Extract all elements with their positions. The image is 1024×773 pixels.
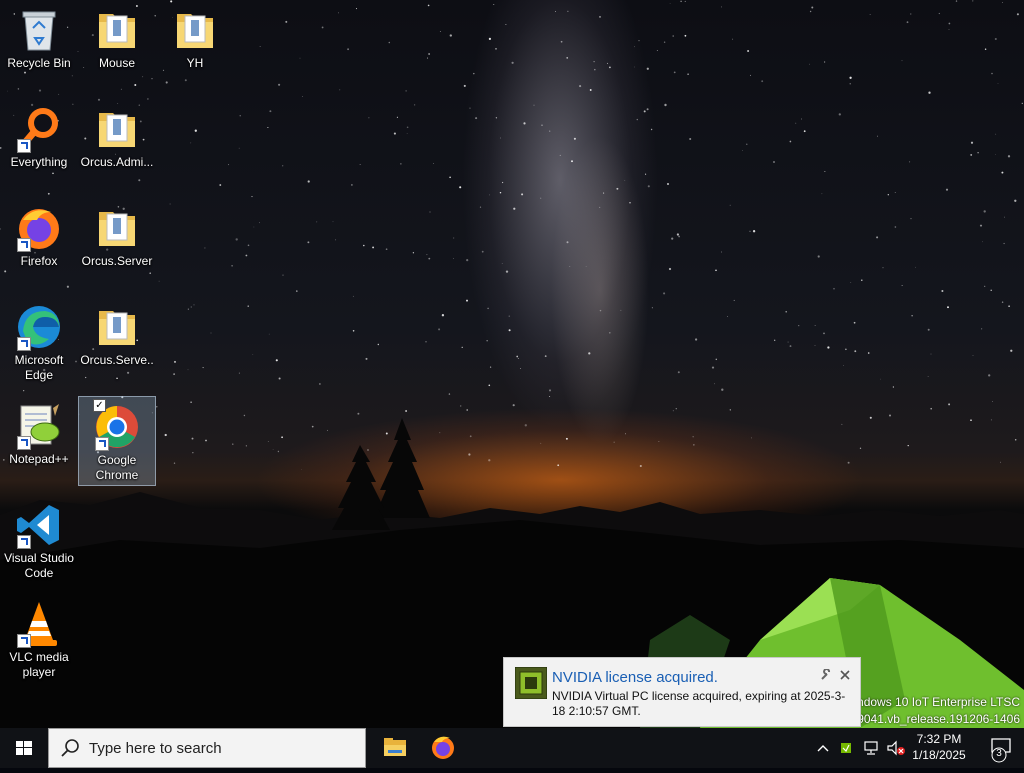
nvidia-tray-icon[interactable] (838, 740, 854, 756)
folder-icon (171, 6, 219, 54)
vscode-icon (15, 501, 63, 549)
desktop-icon-label: VLC media player (9, 650, 69, 679)
search-icon (61, 739, 79, 757)
shortcut-arrow-icon (17, 535, 31, 549)
firefox-icon (432, 736, 454, 759)
network-icon[interactable] (862, 740, 880, 756)
desktop-icon-vlc-media-player[interactable]: VLC media player (0, 594, 78, 684)
clock-time: 7:32 PM (916, 732, 962, 746)
desktop-icon-firefox[interactable]: Firefox (0, 198, 78, 288)
firefox-icon (15, 204, 63, 252)
recycle-bin-icon (15, 6, 63, 54)
desktop-icon-label: YH (186, 56, 204, 70)
desktop-icon-orcus-server[interactable]: Orcus.Server (78, 198, 156, 288)
volume-muted-icon[interactable] (886, 740, 906, 756)
folder-icon (93, 204, 141, 252)
desktop-icon-label: Microsoft Edge (14, 353, 64, 382)
close-icon[interactable] (839, 669, 851, 681)
taskbar-file-explorer[interactable] (372, 728, 418, 768)
desktop-icon-label: Everything (10, 155, 68, 169)
taskbar: Type here to search 7:32 PM 1/18/2025 3 (0, 728, 1024, 768)
desktop-icon-label: Recycle Bin (7, 56, 71, 70)
file-explorer-icon (384, 738, 406, 756)
shortcut-arrow-icon (17, 436, 31, 450)
start-button[interactable] (0, 728, 48, 768)
notification-count-badge: 3 (996, 748, 1002, 759)
shortcut-arrow-icon (17, 139, 31, 153)
desktop-icon-label: Firefox (20, 254, 58, 268)
desktop-icon-google-chrome[interactable]: ✓ Google Chrome (78, 396, 156, 486)
shortcut-arrow-icon (17, 238, 31, 252)
desktop-icon-label: Orcus.Serve... (80, 353, 154, 382)
desktop-icon-recycle-bin[interactable]: Recycle Bin (0, 0, 78, 90)
edge-icon (15, 303, 63, 351)
windows-logo-icon (16, 741, 32, 755)
search-placeholder: Type here to search (89, 740, 222, 757)
desktop-icon-label: Orcus.Admi... (80, 155, 154, 169)
shortcut-arrow-icon (17, 634, 31, 648)
vlc-icon (15, 600, 63, 648)
search-box[interactable]: Type here to search (48, 728, 366, 768)
desktop-icon-label: Mouse (98, 56, 136, 70)
notification-body: NVIDIA Virtual PC license acquired, expi… (552, 689, 846, 718)
chevron-up-icon[interactable] (816, 741, 830, 755)
desktop-icon-label: Visual Studio Code (4, 551, 74, 580)
desktop-icon-orcus-admi[interactable]: Orcus.Admi... (78, 99, 156, 189)
everything-search-icon (15, 105, 63, 153)
nvidia-chip-icon (515, 667, 547, 699)
desktop-icon-mouse[interactable]: Mouse (78, 0, 156, 90)
folder-icon (93, 6, 141, 54)
clock-date: 1/18/2025 (912, 748, 966, 762)
desktop-icon-yh[interactable]: YH (156, 0, 234, 90)
nvidia-notification[interactable]: NVIDIA license acquired. NVIDIA Virtual … (503, 657, 861, 727)
shortcut-arrow-icon (17, 337, 31, 351)
settings-wrench-icon[interactable] (820, 669, 832, 681)
shortcut-arrow-icon (95, 437, 109, 451)
clock[interactable]: 7:32 PM 1/18/2025 (904, 731, 974, 763)
folder-icon (93, 303, 141, 351)
taskbar-firefox[interactable] (420, 728, 466, 768)
desktop-icon-microsoft-edge[interactable]: Microsoft Edge (0, 297, 78, 387)
selection-checkbox-icon[interactable]: ✓ (93, 399, 106, 412)
desktop-icon-label: Notepad++ (9, 452, 69, 466)
notepadpp-icon (15, 402, 63, 450)
desktop-icon-visual-studio-code[interactable]: Visual Studio Code (0, 495, 78, 585)
desktop-icon-orcus-serve[interactable]: Orcus.Serve... (78, 297, 156, 387)
folder-icon (93, 105, 141, 153)
notification-title: NVIDIA license acquired. (552, 669, 718, 686)
desktop-icon-label: Google Chrome (95, 453, 139, 482)
desktop-icon-label: Orcus.Server (81, 254, 153, 268)
desktop-icon-everything[interactable]: Everything (0, 99, 78, 189)
action-center-button[interactable]: 3 (980, 728, 1024, 768)
desktop-icon-notepad[interactable]: Notepad++ (0, 396, 78, 486)
